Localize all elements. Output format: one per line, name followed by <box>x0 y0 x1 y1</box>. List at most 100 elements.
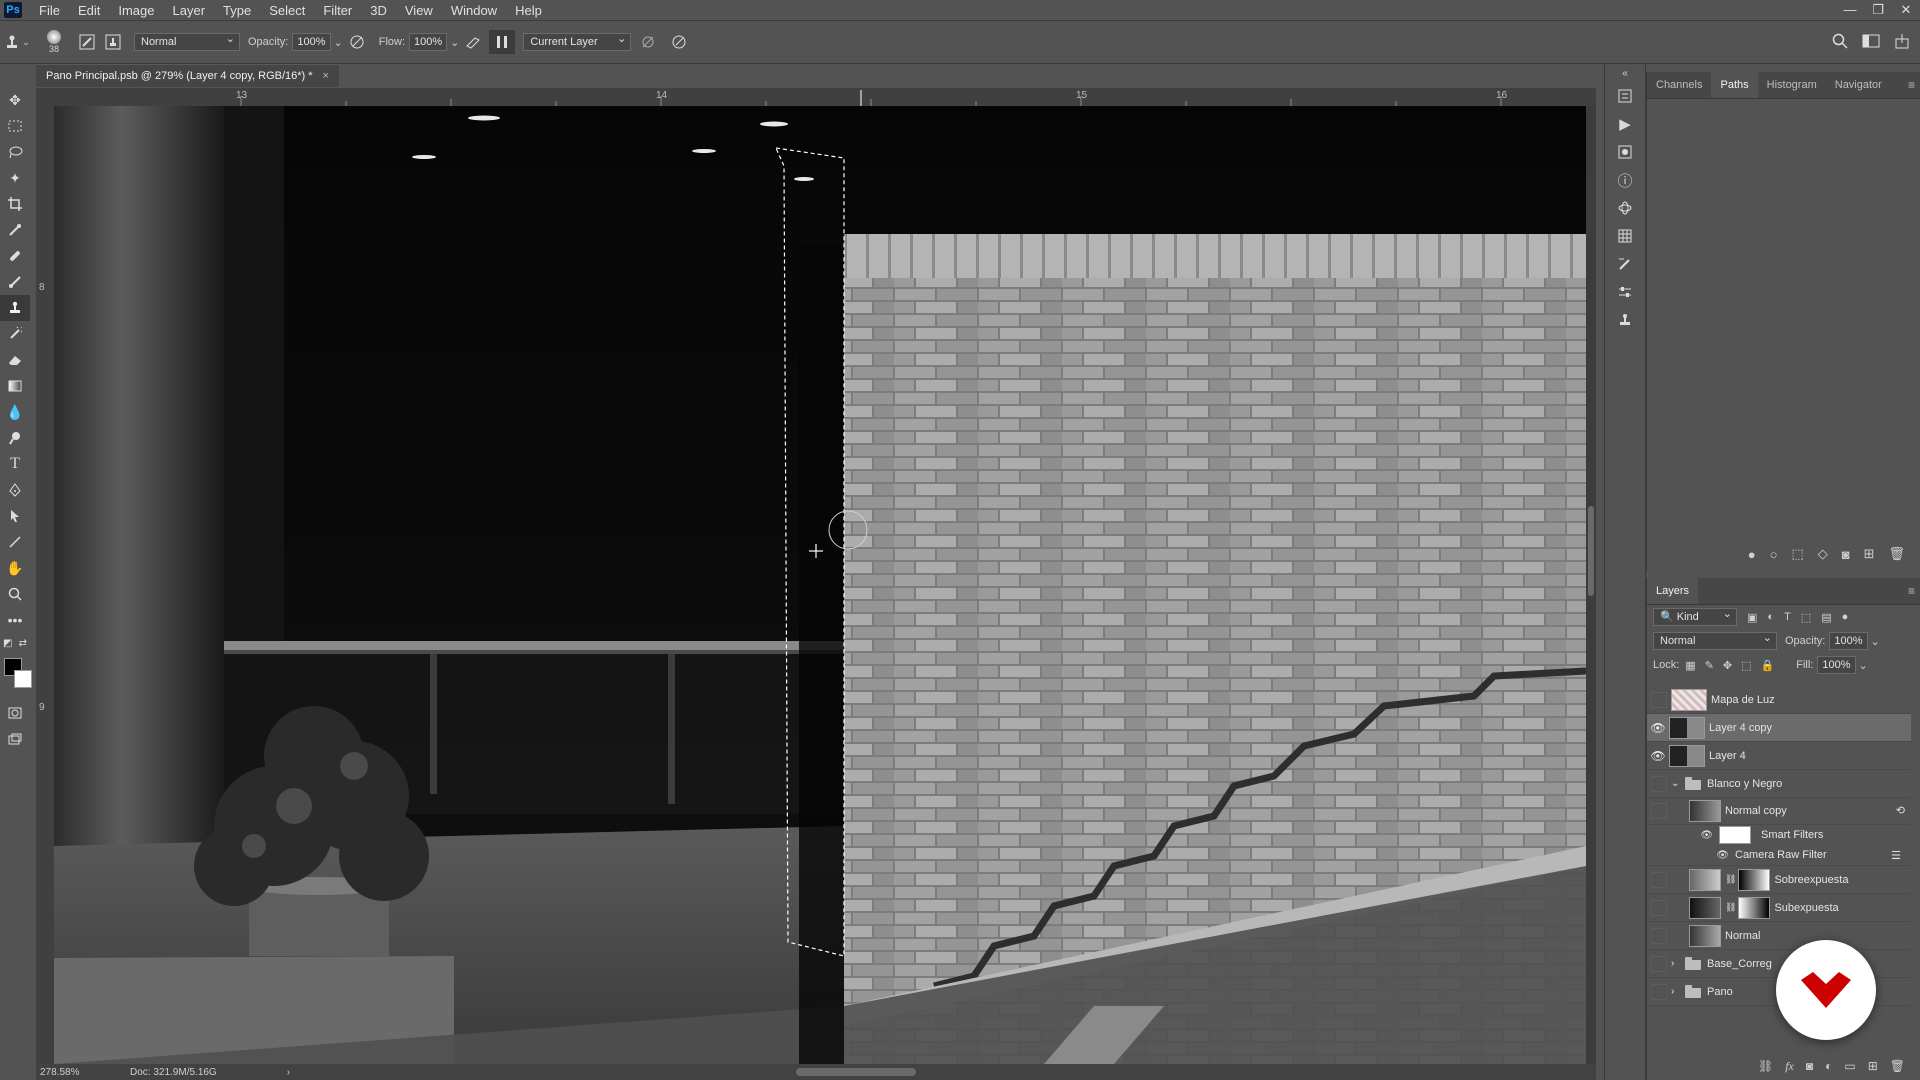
clone-stamp-tool-icon[interactable] <box>0 295 30 321</box>
layer-row-blanco-y-negro[interactable]: ⌄ Blanco y Negro <box>1647 770 1911 798</box>
flow-dropdown-icon[interactable]: ⌄ <box>450 36 459 49</box>
lock-transparent-icon[interactable]: ▦ <box>1685 659 1695 672</box>
lasso-tool-icon[interactable] <box>0 139 30 165</box>
visibility-toggle[interactable] <box>1651 983 1667 1000</box>
layer-row-camera-raw-filter[interactable]: 👁 Camera Raw Filter ☰ <box>1647 845 1911 866</box>
info-panel-icon[interactable]: ⓘ <box>1605 166 1645 194</box>
visibility-toggle[interactable] <box>1651 955 1667 972</box>
horizontal-scroll-thumb[interactable] <box>796 1068 916 1076</box>
type-tool-icon[interactable]: T <box>0 451 30 477</box>
visibility-toggle[interactable] <box>1651 775 1667 792</box>
pen-tool-icon[interactable] <box>0 477 30 503</box>
layer-row-normal-copy[interactable]: Normal copy ⟲ <box>1647 797 1911 825</box>
background-color[interactable] <box>14 670 32 688</box>
panel-menu-icon[interactable]: ≡ <box>1908 78 1915 92</box>
menu-3d[interactable]: 3D <box>361 3 396 18</box>
layer-row-normal[interactable]: Normal <box>1647 922 1911 950</box>
filter-toggle-icon[interactable]: ● <box>1842 611 1849 624</box>
swatches-panel-icon[interactable] <box>1605 222 1645 250</box>
layer-opacity-input[interactable]: 100% <box>1829 632 1868 650</box>
gradient-tool-icon[interactable] <box>0 373 30 399</box>
brush-settings-panel-icon[interactable] <box>1605 250 1645 278</box>
add-mask-icon[interactable]: ◙ <box>1842 547 1850 562</box>
chevron-down-icon[interactable]: ⌄ <box>1671 778 1683 789</box>
history-panel-icon[interactable] <box>1605 82 1645 110</box>
menu-image[interactable]: Image <box>109 3 163 18</box>
tab-histogram[interactable]: Histogram <box>1758 72 1826 98</box>
clone-stamp-tool-preset-icon[interactable]: ⌄ <box>0 30 34 54</box>
delete-path-icon[interactable]: 🗑 <box>1888 546 1905 562</box>
actions-panel-icon[interactable]: ▶ <box>1605 110 1645 138</box>
menu-edit[interactable]: Edit <box>69 3 109 18</box>
link-layers-icon[interactable]: ⛓ <box>1758 1059 1773 1073</box>
sample-layer-select[interactable]: Current Layer <box>523 31 632 51</box>
layer-row-smart-filters[interactable]: 👁 Smart Filters <box>1647 825 1911 845</box>
layer-row-sobreexpuesta[interactable]: ⛓ Sobreexpuesta <box>1647 866 1911 894</box>
pressure-size-icon[interactable] <box>665 30 693 54</box>
screen-mode-icon[interactable] <box>0 726 30 752</box>
quick-mask-icon[interactable] <box>0 700 30 726</box>
new-adjustment-layer-icon[interactable]: ◐ <box>1825 1059 1832 1073</box>
layers-menu-icon[interactable]: ≡ <box>1908 584 1915 598</box>
more-tools-icon[interactable]: ••• <box>0 607 30 633</box>
collapse-panels-icon[interactable]: « <box>1605 64 1645 82</box>
lock-artboard-icon[interactable]: ⬚ <box>1741 659 1751 672</box>
new-group-icon[interactable]: ▭ <box>1844 1059 1855 1073</box>
marquee-tool-icon[interactable] <box>0 113 30 139</box>
adjustments-panel-icon[interactable] <box>1605 278 1645 306</box>
visibility-toggle[interactable] <box>1651 691 1667 708</box>
dodge-tool-icon[interactable] <box>0 425 30 451</box>
workspace-icon[interactable] <box>1862 34 1880 51</box>
filter-adjustment-icon[interactable]: ◐ <box>1767 611 1774 624</box>
menu-help[interactable]: Help <box>506 3 551 18</box>
layer-row-subexpuesta[interactable]: ⛓ Subexpuesta <box>1647 894 1911 922</box>
eye-icon[interactable]: 👁 <box>1647 830 1719 841</box>
filter-type-icon[interactable]: T <box>1784 611 1791 624</box>
close-document-icon[interactable]: × <box>323 70 329 82</box>
layer-row-mapa-de-luz[interactable]: Mapa de Luz <box>1647 686 1911 714</box>
layer-opacity-dropdown-icon[interactable]: ⌄ <box>1871 635 1880 648</box>
visibility-toggle[interactable] <box>1651 899 1667 916</box>
new-layer-icon[interactable]: ⊞ <box>1868 1059 1878 1073</box>
restore-button[interactable]: ❐ <box>1864 0 1892 20</box>
document-tab[interactable]: Pano Principal.psb @ 279% (Layer 4 copy,… <box>36 64 339 87</box>
eye-icon[interactable]: 👁 <box>1647 749 1669 763</box>
filter-pixel-icon[interactable]: ▣ <box>1747 611 1757 624</box>
fill-path-icon[interactable]: ● <box>1748 547 1756 562</box>
blend-mode-select[interactable]: Normal <box>134 31 240 51</box>
fill-dropdown-icon[interactable]: ⌄ <box>1859 659 1868 672</box>
delete-layer-icon[interactable]: 🗑 <box>1890 1059 1905 1073</box>
layer-filter-select[interactable]: 🔍 Kind <box>1653 606 1737 626</box>
zoom-level[interactable]: 278.58% <box>36 1067 100 1078</box>
lock-position-icon[interactable]: ✥ <box>1723 659 1732 672</box>
line-tool-icon[interactable] <box>0 529 30 555</box>
search-icon[interactable] <box>1832 33 1848 52</box>
share-icon[interactable] <box>1894 33 1910 52</box>
layer-row-layer-4-copy[interactable]: 👁 Layer 4 copy <box>1647 714 1911 742</box>
menu-file[interactable]: File <box>30 3 69 18</box>
document-canvas[interactable] <box>54 106 1586 1064</box>
move-tool-icon[interactable]: ✥ <box>0 87 30 113</box>
tab-paths[interactable]: Paths <box>1711 72 1758 98</box>
filter-options-icon[interactable]: ☰ <box>1891 849 1901 862</box>
history-brush-tool-icon[interactable] <box>0 321 30 347</box>
path-selection-tool-icon[interactable] <box>0 503 30 529</box>
brush-preset-picker[interactable]: 38 <box>34 30 74 54</box>
filter-shape-icon[interactable]: ⬚ <box>1801 611 1811 624</box>
vertical-scroll-thumb[interactable] <box>1588 506 1594 596</box>
clone-source-panel-strip-icon[interactable] <box>1605 306 1645 334</box>
brush-settings-icon[interactable] <box>74 30 100 54</box>
layer-style-icon[interactable]: fx <box>1785 1059 1794 1074</box>
horizontal-ruler[interactable]: 13 14 15 16 <box>36 88 1596 107</box>
stroke-path-icon[interactable]: ○ <box>1770 547 1778 562</box>
fill-input[interactable]: 100% <box>1817 656 1856 674</box>
pressure-opacity-icon[interactable] <box>343 30 371 54</box>
airbrush-icon[interactable] <box>459 30 489 54</box>
link-icon[interactable]: ⛓ <box>1725 874 1736 885</box>
chevron-right-icon[interactable]: › <box>1671 986 1683 997</box>
3d-panel-icon[interactable] <box>1605 194 1645 222</box>
make-work-path-icon[interactable]: ◇ <box>1818 546 1828 562</box>
menu-view[interactable]: View <box>396 3 442 18</box>
menu-select[interactable]: Select <box>260 3 314 18</box>
default-colors-icon[interactable]: ◩ <box>3 638 12 649</box>
